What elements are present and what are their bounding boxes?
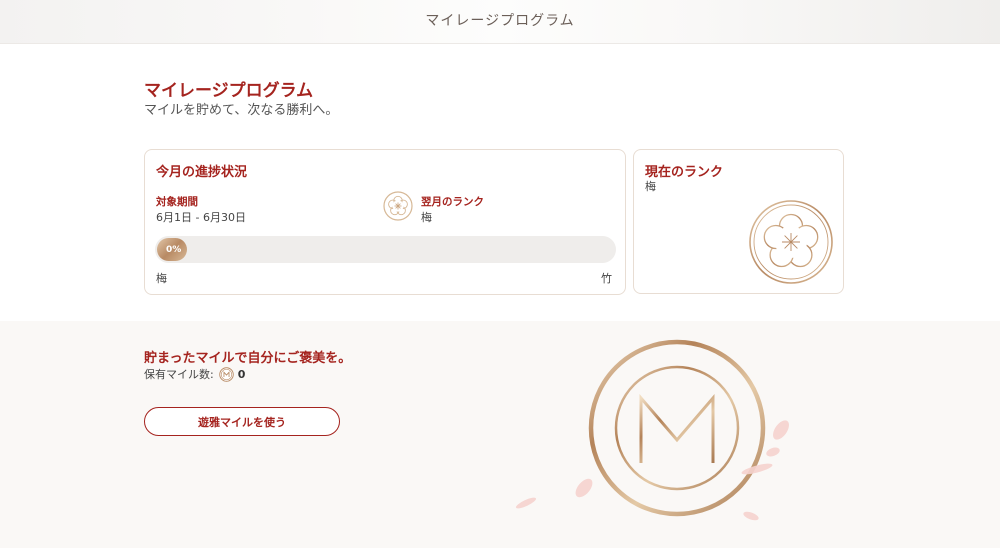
use-miles-button[interactable]: 遊雅マイルを使う bbox=[144, 407, 340, 436]
progress-card-title: 今月の進捗状況 bbox=[156, 165, 248, 180]
page-title: マイレージプログラム bbox=[144, 81, 314, 101]
rank-progress-bar: 0% bbox=[155, 236, 616, 263]
progress-percent-label: 0% bbox=[166, 245, 182, 255]
header-title: マイレージプログラム bbox=[425, 13, 575, 29]
period-value: 6月1日 - 6月30日 bbox=[156, 211, 246, 224]
current-rank-value: 梅 bbox=[645, 180, 656, 193]
top-header: マイレージプログラム bbox=[0, 0, 1000, 44]
progress-scale-end: 竹 bbox=[601, 272, 612, 285]
period-label: 対象期間 bbox=[156, 196, 198, 208]
progress-bar-fill: 0% bbox=[157, 238, 187, 261]
rank-card-title: 現在のランク bbox=[645, 165, 724, 180]
plum-blossom-icon bbox=[383, 191, 413, 221]
plum-blossom-emblem bbox=[749, 200, 833, 284]
miles-count: 0 bbox=[237, 367, 246, 381]
rewards-title: 貯まったマイルで自分にご褒美を。 bbox=[144, 351, 352, 366]
next-rank-label: 翌月のランク bbox=[421, 196, 484, 208]
page-subtitle: マイルを貯めて、次なる勝利へ。 bbox=[144, 103, 339, 118]
mileage-m-icon bbox=[219, 366, 234, 382]
progress-scale-start: 梅 bbox=[156, 272, 167, 285]
next-rank-value: 梅 bbox=[421, 211, 432, 224]
miles-balance: 保有マイル数: 0 bbox=[144, 366, 245, 382]
mileage-m-emblem bbox=[515, 339, 789, 521]
miles-label: 保有マイル数: bbox=[144, 368, 214, 381]
current-rank-card: 現在のランク 梅 bbox=[633, 149, 844, 294]
monthly-progress-card: 今月の進捗状況 対象期間 6月1日 - 6月30日 翌月のランク 梅 0% 梅 … bbox=[144, 149, 626, 295]
